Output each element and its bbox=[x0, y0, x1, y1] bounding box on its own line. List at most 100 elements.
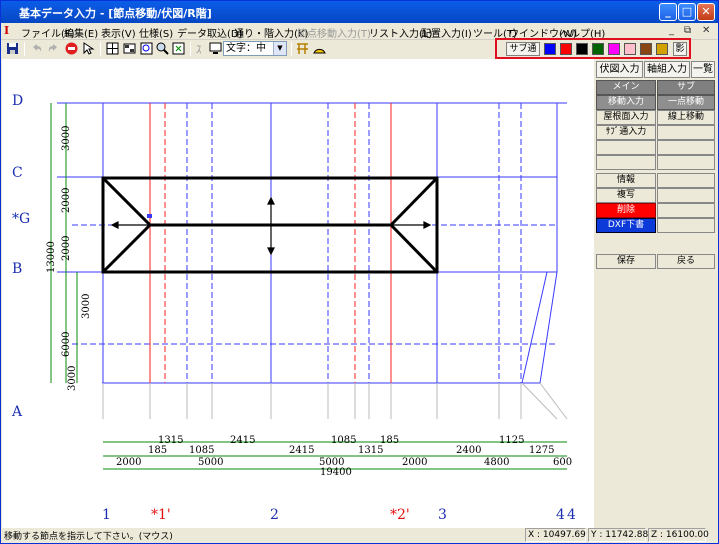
col-label-3: 3 bbox=[438, 507, 447, 523]
col-label-2: 2 bbox=[270, 507, 279, 523]
single-point-move-button[interactable]: 一点移動 bbox=[657, 95, 715, 110]
pointer-icon[interactable] bbox=[81, 41, 96, 56]
sub-empty-button[interactable] bbox=[657, 173, 715, 188]
menu-placement-input[interactable]: 配置入力(I) bbox=[421, 25, 472, 40]
dim-1085a: 1085 bbox=[189, 445, 214, 456]
tab-list[interactable]: 一覧 bbox=[691, 61, 715, 78]
right-panel: 伏図入力 軸組入力 一覧 メイン サブ 移動入力 屋根面入力 ｻﾌﾞ通入力 情報 複写削… bbox=[594, 59, 718, 528]
grid-icon[interactable] bbox=[105, 41, 120, 56]
monitor-icon[interactable] bbox=[208, 41, 223, 56]
move-input-button[interactable]: 移動入力 bbox=[596, 95, 656, 110]
col-label-4: 4 bbox=[556, 507, 565, 523]
delete-button[interactable]: 削除 bbox=[596, 203, 656, 218]
menu-view[interactable]: 表示(V) bbox=[101, 25, 136, 40]
text-layer-icon[interactable]: ｽ bbox=[194, 41, 209, 56]
copy-button[interactable]: 複写 bbox=[596, 188, 656, 203]
sub-empty-button[interactable] bbox=[657, 188, 715, 203]
zoom-icon[interactable] bbox=[155, 41, 170, 56]
maximize-button[interactable]: □ bbox=[678, 3, 696, 21]
layout-icon[interactable] bbox=[122, 41, 137, 56]
redo-icon[interactable] bbox=[46, 41, 61, 56]
dim-185b: 185 bbox=[380, 435, 399, 446]
dim-left-total: 13000 bbox=[46, 241, 57, 273]
row-label-c: C bbox=[12, 165, 23, 181]
font-size-value: 文字：中 bbox=[226, 43, 266, 54]
sub-empty-button[interactable] bbox=[657, 125, 715, 140]
stop-icon[interactable] bbox=[64, 41, 79, 56]
font-size-select[interactable]: 文字：中 ▼ bbox=[223, 41, 287, 56]
sub-grid-input-button[interactable]: ｻﾌﾞ通入力 bbox=[596, 125, 656, 140]
main-header: メイン bbox=[596, 80, 656, 95]
app-icon: I bbox=[4, 24, 10, 37]
tab-plan-input[interactable]: 伏図入力 bbox=[596, 61, 643, 78]
sub-empty-button[interactable] bbox=[657, 203, 715, 218]
col-label-2p: *2' bbox=[390, 507, 410, 523]
zoom-window-icon[interactable] bbox=[139, 41, 154, 56]
row-label-a: A bbox=[11, 404, 23, 420]
undo-icon[interactable] bbox=[29, 41, 44, 56]
minimize-button[interactable]: _ bbox=[659, 3, 677, 21]
menu-edit[interactable]: 編集(E) bbox=[64, 25, 98, 40]
main-empty-1-button[interactable] bbox=[596, 140, 656, 155]
shadow-button[interactable]: 影 bbox=[673, 42, 687, 56]
snap-icon[interactable] bbox=[295, 41, 310, 56]
on-line-move-button[interactable]: 線上移動 bbox=[657, 110, 715, 125]
save-button[interactable]: 保存 bbox=[596, 254, 656, 269]
status-bar: 移動する節点を指示して下さい。(マウス) X : 10497.69 Y : 11… bbox=[1, 528, 718, 543]
dim-1275: 1275 bbox=[529, 445, 554, 456]
row-label-b: B bbox=[12, 261, 22, 277]
dim-600: 600 bbox=[553, 457, 572, 468]
roof-surface-input-button[interactable]: 屋根面入力 bbox=[596, 110, 656, 125]
info-button[interactable]: 情報 bbox=[596, 173, 656, 188]
row-label-g: *G bbox=[12, 211, 30, 227]
dxf-draft-button[interactable]: DXF下書 bbox=[596, 218, 656, 233]
color-swatch-brown[interactable] bbox=[640, 43, 652, 55]
close-button[interactable]: ✕ bbox=[697, 3, 715, 21]
color-swatch-black[interactable] bbox=[576, 43, 588, 55]
color-swatch-red[interactable] bbox=[560, 43, 572, 55]
dim-185a: 185 bbox=[148, 445, 167, 456]
color-swatch-magenta[interactable] bbox=[608, 43, 620, 55]
sub-grid-toggle-button[interactable]: サブ通 bbox=[506, 42, 540, 56]
chevron-down-icon: ▼ bbox=[273, 42, 286, 55]
svg-text:ｽ: ｽ bbox=[196, 43, 202, 56]
dim-left-3000b: 3000 bbox=[81, 294, 92, 319]
dim-left-2000a: 2000 bbox=[61, 188, 72, 213]
sub-empty-button[interactable] bbox=[657, 155, 715, 170]
menu-node-move-input[interactable]: 節点移動入力(T) bbox=[297, 25, 371, 40]
measure-icon[interactable] bbox=[312, 41, 327, 56]
dim-2415b: 2415 bbox=[289, 445, 314, 456]
back-button[interactable]: 戻る bbox=[657, 254, 715, 269]
mdi-close-button[interactable]: ✕ bbox=[702, 25, 710, 36]
sub-empty-button[interactable] bbox=[657, 218, 715, 233]
dim-left-2000b: 2000 bbox=[61, 236, 72, 261]
mdi-restore-button[interactable]: ⧉ bbox=[684, 25, 691, 36]
col-label-1: 1 bbox=[102, 507, 111, 523]
dim-1315a: 1315 bbox=[158, 435, 183, 446]
coord-y: Y : 11742.88 bbox=[588, 528, 648, 542]
color-palette: サブ通 影 bbox=[495, 38, 691, 59]
col-label-1p: *1' bbox=[151, 507, 171, 523]
color-swatch-gold[interactable] bbox=[656, 43, 668, 55]
save-icon[interactable] bbox=[5, 41, 20, 56]
mdi-minimize-button[interactable]: _ bbox=[669, 25, 674, 36]
main-empty-2-button[interactable] bbox=[596, 155, 656, 170]
window-title: 基本データ入力 - [節点移動/伏図/R階] bbox=[19, 7, 212, 20]
color-swatch-green[interactable] bbox=[592, 43, 604, 55]
dim-2400: 2400 bbox=[456, 445, 481, 456]
plan-drawing: D C *G B A 1 *1' 2 *2' 3 4 4 185 1315 10… bbox=[11, 93, 576, 523]
dim-4800: 4800 bbox=[484, 457, 509, 468]
coord-x: X : 10497.69 bbox=[525, 528, 586, 542]
dim-2000a: 2000 bbox=[116, 457, 141, 468]
menu-data-import[interactable]: データ取込(D) bbox=[177, 25, 243, 40]
color-swatch-blue[interactable] bbox=[544, 43, 556, 55]
dim-1125: 1125 bbox=[499, 435, 524, 446]
tab-frame-input[interactable]: 軸組入力 bbox=[644, 61, 690, 78]
sub-empty-button[interactable] bbox=[657, 140, 715, 155]
menu-spec[interactable]: 仕様(S) bbox=[139, 25, 173, 40]
dim-5000a: 5000 bbox=[198, 457, 223, 468]
drawing-canvas[interactable]: D C *G B A 1 *1' 2 *2' 3 4 4 185 1315 10… bbox=[2, 59, 594, 528]
refresh-icon[interactable] bbox=[171, 41, 186, 56]
color-swatch-pink[interactable] bbox=[624, 43, 636, 55]
dim-total-x: 19400 bbox=[320, 467, 352, 478]
